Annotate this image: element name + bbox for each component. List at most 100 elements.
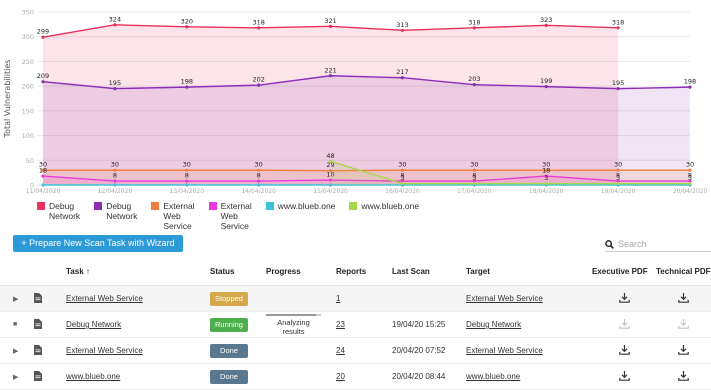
data-point [257, 179, 260, 182]
x-tick-label: 18/04/2020 [529, 188, 564, 195]
last-scan-time: 19/04/20 15:25 [392, 312, 466, 338]
legend-item[interactable]: Debug Network [37, 201, 80, 231]
task-details-icon[interactable] [34, 286, 66, 312]
x-tick-label: 14/04/2020 [241, 188, 276, 195]
technical-pdf-download-icon[interactable] [656, 312, 711, 338]
data-label: 209 [37, 72, 49, 80]
y-axis-label: Total Vulnerabilities [3, 60, 12, 139]
data-point [617, 87, 620, 90]
data-point [401, 182, 404, 185]
technical-pdf-download-icon[interactable] [656, 286, 711, 312]
reports-link[interactable]: 24 [336, 346, 345, 355]
data-point [329, 160, 332, 163]
task-details-icon[interactable] [34, 312, 66, 338]
start-task-button[interactable]: ▶ [0, 364, 34, 390]
header-reports[interactable]: Reports [336, 258, 392, 286]
legend-item[interactable]: Debug Network [94, 201, 137, 231]
data-point [257, 183, 260, 186]
reports-link[interactable]: 23 [336, 320, 345, 329]
status-badge: Stopped [210, 292, 248, 306]
prepare-scan-wizard-button[interactable]: + Prepare New Scan Task with Wizard [13, 235, 183, 252]
data-label: 8 [257, 172, 261, 180]
target-link[interactable]: Debug Network [466, 320, 521, 329]
data-label: 30 [255, 161, 263, 169]
data-label: 299 [37, 28, 49, 36]
data-label: 3 [688, 174, 692, 182]
data-point [185, 179, 188, 182]
data-label: 321 [324, 17, 336, 25]
reports-link[interactable]: 1 [336, 294, 340, 303]
target-link[interactable]: External Web Service [466, 294, 543, 303]
legend-swatch [349, 202, 357, 210]
legend-label: External Web Service [221, 201, 252, 231]
data-point [185, 86, 188, 89]
x-tick-label: 13/04/2020 [169, 188, 204, 195]
y-tick-label: 50 [26, 157, 34, 165]
header-control [0, 258, 34, 286]
technical-pdf-download-icon[interactable] [656, 338, 711, 364]
legend-swatch [94, 202, 102, 210]
executive-pdf-download-icon[interactable] [592, 364, 656, 390]
legend-label: www.blueb.one [361, 201, 419, 211]
table-row: ■ Debug Network Running Analyzing results 23… [0, 312, 711, 338]
data-label: 30 [398, 161, 406, 169]
header-technical-pdf: Technical PDF [656, 258, 711, 286]
y-tick-label: 300 [22, 33, 34, 41]
legend-item[interactable]: www.blueb.one [349, 201, 419, 231]
legend-item[interactable]: External Web Service [209, 201, 252, 231]
data-point [401, 76, 404, 79]
y-tick-label: 350 [22, 9, 34, 17]
data-label: 3 [616, 174, 620, 182]
y-tick-label: 250 [22, 58, 34, 66]
technical-pdf-download-icon[interactable] [656, 364, 711, 390]
header-progress[interactable]: Progress [266, 258, 336, 286]
legend-item[interactable]: External Web Service [151, 201, 194, 231]
tasks-table: Task ↑ Status Progress Reports Last Scan… [0, 258, 711, 390]
data-label: 318 [612, 18, 624, 26]
y-tick-label: 200 [22, 83, 34, 91]
executive-pdf-download-icon[interactable] [592, 312, 656, 338]
task-name-link[interactable]: External Web Service [66, 346, 143, 355]
target-link[interactable]: External Web Service [466, 346, 543, 355]
data-label: 199 [540, 77, 552, 85]
header-last-scan[interactable]: Last Scan [392, 258, 466, 286]
data-label: 30 [111, 161, 119, 169]
data-point [545, 24, 548, 27]
table-row: ▶www.blueb.oneDone2020/04/20 08:44www.bl… [0, 364, 711, 390]
table-row: ▶External Web ServiceDone2420/04/20 07:5… [0, 338, 711, 364]
legend-item[interactable]: www.blueb.one [266, 201, 336, 231]
data-point [329, 74, 332, 77]
task-name-link[interactable]: Debug Network [66, 320, 121, 329]
data-point [473, 26, 476, 29]
executive-pdf-download-icon[interactable] [592, 286, 656, 312]
data-label: 3 [400, 174, 404, 182]
data-point [545, 85, 548, 88]
executive-pdf-download-icon[interactable] [592, 338, 656, 364]
progress-indicator: Analyzing results [266, 314, 321, 336]
stop-task-button[interactable]: ■ [0, 312, 34, 338]
start-task-button[interactable]: ▶ [0, 338, 34, 364]
data-label: 30 [686, 161, 694, 169]
vulnerabilities-chart: 050100150200250300350Total Vulnerabiliti… [0, 0, 711, 200]
x-tick-label: 17/04/2020 [457, 188, 492, 195]
last-scan-time [392, 286, 466, 312]
data-label: 3 [472, 174, 476, 182]
search-box[interactable]: Search [605, 237, 711, 252]
start-task-button[interactable]: ▶ [0, 286, 34, 312]
status-badge: Running [210, 318, 248, 332]
header-status[interactable]: Status [210, 258, 266, 286]
table-header-row: Task ↑ Status Progress Reports Last Scan… [0, 258, 711, 286]
data-point [329, 25, 332, 28]
task-name-link[interactable]: External Web Service [66, 294, 143, 303]
data-label: 318 [252, 18, 264, 26]
header-target[interactable]: Target [466, 258, 592, 286]
header-task[interactable]: Task ↑ [66, 258, 210, 286]
data-point [257, 84, 260, 87]
data-point [257, 26, 260, 29]
task-details-icon[interactable] [34, 364, 66, 390]
data-point [473, 83, 476, 86]
task-details-icon[interactable] [34, 338, 66, 364]
data-point [401, 29, 404, 32]
legend-label: External Web Service [163, 201, 194, 231]
data-point [113, 23, 116, 26]
